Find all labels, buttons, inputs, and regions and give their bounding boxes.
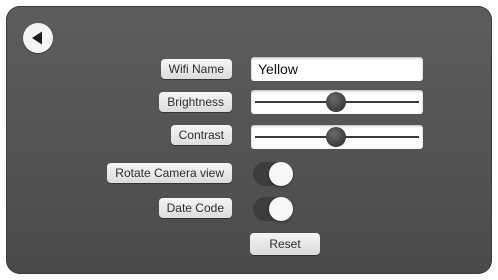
contrast-slider[interactable]: [251, 125, 423, 149]
brightness-slider-thumb[interactable]: [325, 92, 346, 112]
back-arrow-icon: [32, 31, 42, 45]
brightness-slider[interactable]: [251, 90, 423, 114]
date-code-toggle[interactable]: [253, 197, 293, 221]
rotate-camera-view-toggle[interactable]: [253, 162, 293, 186]
reset-button[interactable]: Reset: [250, 233, 320, 255]
wifi-name-label: Wifi Name: [160, 59, 232, 79]
contrast-label: Contrast: [170, 125, 232, 145]
back-button[interactable]: [23, 23, 53, 53]
settings-screen: Wifi Name Yellow Brightness Contrast Rot…: [6, 6, 492, 274]
wifi-name-field[interactable]: Yellow: [251, 57, 423, 81]
date-code-toggle-knob: [269, 197, 293, 221]
date-code-label: Date Code: [158, 198, 232, 218]
contrast-slider-thumb[interactable]: [325, 127, 346, 147]
rotate-camera-view-toggle-knob: [269, 162, 293, 186]
brightness-label: Brightness: [159, 92, 232, 112]
rotate-camera-view-label: Rotate Camera view: [107, 163, 232, 183]
